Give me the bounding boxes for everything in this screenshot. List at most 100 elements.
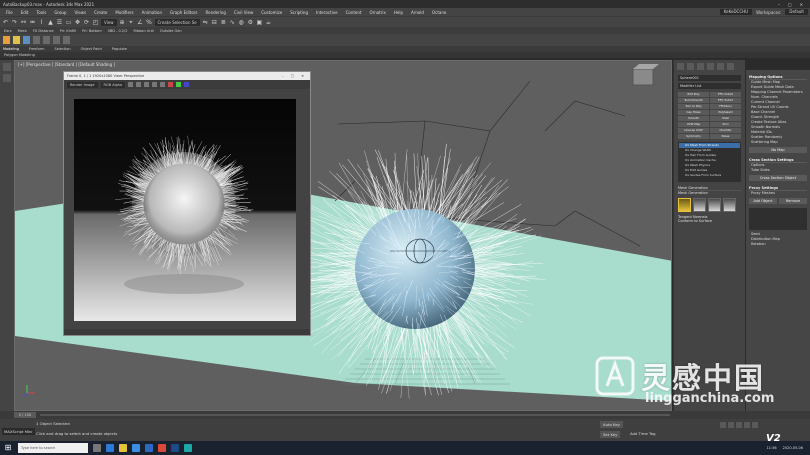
go-start-icon[interactable] [720,422,726,428]
pivot-icon[interactable]: ⊕ [119,19,126,26]
mail-icon[interactable] [145,444,153,452]
conform-surface-label[interactable]: Conform to Surface [678,219,741,223]
menu-item[interactable]: Tools [32,10,50,15]
create-tab-icon[interactable] [677,63,684,70]
play-icon[interactable] [736,422,742,428]
workspace-dropdown[interactable]: Default [785,9,808,15]
scattering-map-button[interactable]: No Map [749,147,807,153]
mirror-icon[interactable]: ⇋ [202,19,209,26]
bind-icon[interactable]: ⌇ [38,19,45,26]
modifier-button[interactable]: FFD(box) [710,104,741,109]
menu-item[interactable]: Edit [17,10,33,15]
mesh-type-swatch[interactable] [708,198,721,212]
clock-date[interactable]: 2020-05-06 [783,446,803,450]
render-frame-icon[interactable]: ▣ [256,19,263,26]
undo-icon[interactable]: ↶ [2,19,9,26]
ribbon-label[interactable]: Pri: Kinfill [60,29,76,33]
modifier-button[interactable]: Turn to Poly [678,104,709,109]
maxscript-listener[interactable]: MAXScript Mini [2,428,35,435]
viewport-label[interactable]: [+] [Perspective ] [Standard ] [Default … [18,62,115,67]
edge-icon[interactable] [106,444,114,452]
snap-icon[interactable]: ⌖ [128,19,135,26]
move-icon[interactable]: ✥ [74,19,81,26]
frame-maximize-button[interactable]: □ [291,72,294,80]
chrome-icon[interactable] [158,444,166,452]
photoshop-icon[interactable] [171,444,179,452]
minimize-button[interactable]: – [778,2,780,7]
ribbon-tab[interactable]: Selection [55,47,71,51]
menu-item[interactable]: Octane [428,10,450,15]
save-image-icon[interactable] [128,82,134,87]
cross-section-object-button[interactable]: Cross Section Object [749,175,807,181]
hierarchy-tab-icon[interactable] [697,63,704,70]
rotation-checkbox[interactable]: Rotation [749,242,807,247]
modifier-button[interactable]: Symmetry [678,134,709,139]
next-frame-icon[interactable] [744,422,750,428]
ribbon-label[interactable]: Ribbon Unit [133,29,153,33]
ornatrix-curl-icon[interactable] [53,36,60,44]
link-icon[interactable]: ⚯ [20,19,27,26]
render-icon[interactable]: ☕ [265,19,272,26]
go-end-icon[interactable] [752,422,758,428]
ribbon-label[interactable]: 0BD - 0.2/2 [108,29,128,33]
display-filter-icon[interactable] [3,74,11,82]
maximize-button[interactable]: □ [788,2,792,7]
stack-item[interactable]: Ox Guides From Surface [679,173,740,178]
close-button[interactable]: ✕ [800,2,803,7]
menu-item[interactable]: Scripting [286,10,312,15]
curve-editor-icon[interactable]: ∿ [229,19,236,26]
select-by-name-icon[interactable]: ☰ [56,19,63,26]
store-icon[interactable] [132,444,140,452]
menu-item[interactable]: Help [390,10,407,15]
frame-close-button[interactable]: ✕ [301,72,304,80]
ornatrix-clump-icon[interactable] [33,36,40,44]
modifier-button[interactable]: Noise [710,134,741,139]
scale-icon[interactable]: ◰ [92,19,99,26]
remove-button[interactable]: Remove [779,198,807,204]
rotate-icon[interactable]: ⟳ [83,19,90,26]
modifier-button[interactable]: Edit Poly [678,92,709,97]
material-editor-icon[interactable]: ◍ [238,19,245,26]
frame-window-titlebar[interactable]: Frame 0, 1 / 1 1920x1080 View: Perspecti… [64,72,310,80]
select-icon[interactable]: ▲ [47,19,54,26]
viewcube-icon[interactable] [632,64,659,86]
modifier-button[interactable]: PolySelect [710,110,741,115]
menu-item[interactable]: File [2,10,17,15]
menu-item[interactable]: Interactive [312,10,342,15]
menu-item[interactable]: Graph Editors [166,10,201,15]
ribbon-label[interactable]: Ears [4,29,12,33]
menu-item[interactable]: Modifiers [111,10,137,15]
utilities-tab-icon[interactable] [727,63,734,70]
menu-item[interactable]: Group [50,10,70,15]
area-to-render-dropdown[interactable]: Render Image [67,81,98,88]
blue-channel-icon[interactable] [184,82,190,87]
rect-selection-icon[interactable]: ▭ [65,19,72,26]
frame-minimize-button[interactable]: – [282,72,284,80]
prev-frame-icon[interactable] [728,422,734,428]
user-account[interactable]: KeKeDCCHU [719,9,753,15]
modifier-button[interactable]: Chamfer [710,128,741,133]
modifier-button[interactable]: FFD 3x3x3 [710,98,741,103]
layer-icon[interactable]: ≣ [220,19,227,26]
clone-window-icon[interactable] [144,82,150,87]
print-icon[interactable] [152,82,158,87]
add-time-tag[interactable]: Add Time Tag [630,431,655,436]
ornatrix-frizz-icon[interactable] [43,36,50,44]
menu-item[interactable]: Civil View [230,10,257,15]
modifier-button[interactable]: FFD 2x2x2 [710,92,741,97]
auto-key-button[interactable]: Auto Key [600,421,623,428]
ribbon-label[interactable]: Mesh [18,29,27,33]
modifier-button[interactable]: Cap Holes [678,110,709,115]
ribbon-tab[interactable]: Modeling [3,47,19,51]
channel-dropdown[interactable]: RGB Alpha [100,81,126,88]
scene-explorer-icon[interactable] [3,63,11,71]
menu-item[interactable]: Animation [138,10,166,15]
modify-tab-icon[interactable] [687,63,694,70]
menu-item[interactable]: Rendering [202,10,230,15]
menu-item[interactable]: Content [342,10,366,15]
align-icon[interactable]: ⊟ [211,19,218,26]
percent-snap-icon[interactable]: % [146,19,153,26]
modifier-button[interactable]: Skin [710,122,741,127]
motion-tab-icon[interactable] [707,63,714,70]
menu-item[interactable]: Arnold [407,10,428,15]
